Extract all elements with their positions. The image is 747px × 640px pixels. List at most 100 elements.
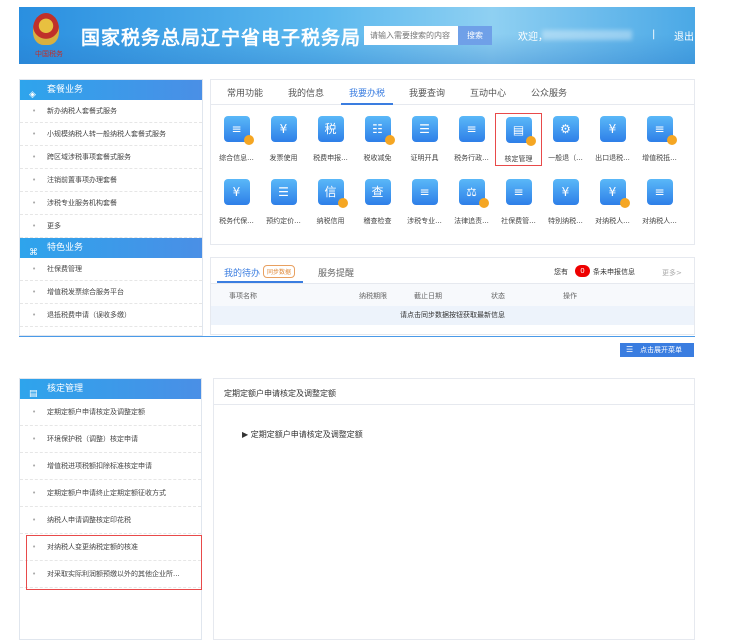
function-label: 稽查检查 <box>363 217 392 225</box>
sidebar-item[interactable]: 跨区域涉税事项套餐式服务 <box>20 146 202 169</box>
sync-data-button[interactable]: 同步数据 <box>263 265 296 278</box>
function-item[interactable]: ≡ 税务行政... <box>448 116 495 163</box>
sidebar-item[interactable]: 新办纳税人套餐式服务 <box>20 100 202 123</box>
tab-public[interactable]: 公众服务 <box>531 86 567 99</box>
function-icon: ≡ <box>505 179 532 205</box>
tree-node-label: 定期定额户申请核定及调整定额 <box>250 430 363 439</box>
function-label: 法律追责... <box>454 217 489 225</box>
sidebar-item[interactable]: 纳税人申请调整核定印花税 <box>20 507 201 534</box>
active-tab-underline <box>217 281 303 283</box>
function-icon: ≡ <box>646 179 673 205</box>
search-button[interactable]: 搜索 <box>458 26 492 45</box>
function-icon: ¥ <box>270 116 297 142</box>
package-header[interactable]: ◈ 套餐业务 <box>20 80 202 100</box>
function-icon: ¥ <box>552 179 579 205</box>
tab-service-reminder[interactable]: 服务提醒 <box>318 266 354 279</box>
function-item[interactable]: ≡ 综合信息... <box>213 116 260 163</box>
function-item[interactable]: ¥ 税务代保... <box>213 179 260 226</box>
function-label: 增值税抵... <box>642 154 677 162</box>
function-label: 税务行政... <box>454 154 489 162</box>
function-icon: ¥ <box>599 116 626 142</box>
more-link[interactable]: 更多> <box>662 268 682 278</box>
sidebar-item[interactable]: 更多 <box>20 215 202 238</box>
function-label: 证明开具 <box>410 154 439 162</box>
col-status: 状态 <box>491 292 505 300</box>
tab-query[interactable]: 我要查询 <box>409 86 445 99</box>
assess-header[interactable]: ▤ 核定管理 <box>20 379 201 399</box>
package-title: 套餐业务 <box>47 85 84 95</box>
table-header: 事项名称 纳税期限 截止日期 状态 操作 <box>211 284 694 306</box>
function-label: 涉税专业... <box>407 217 442 225</box>
col-tax-period: 纳税期限 <box>359 292 387 300</box>
sidebar-item[interactable]: 退抵税费申请（误收多缴） <box>20 304 202 327</box>
featured-header[interactable]: ⌘ 特色业务 <box>20 238 202 258</box>
function-icon: ⚙ <box>552 116 579 142</box>
logout-link[interactable]: 退出 <box>674 28 694 43</box>
tab-my-info[interactable]: 我的信息 <box>288 86 324 99</box>
function-label: 社保费管... <box>501 217 536 225</box>
tab-interaction[interactable]: 互动中心 <box>470 86 506 99</box>
sidebar-item[interactable]: 定期定额户申请核定及调整定额 <box>20 399 201 426</box>
function-icon: ¥ <box>599 179 630 208</box>
function-icon: 信 <box>317 179 348 208</box>
tree-node[interactable]: ▶ 定期定额户申请核定及调整定额 <box>242 429 363 440</box>
todo-panel: 我的待办 同步数据 服务提醒 您有 0 条未申报信息 更多> 事项名称 纳税期限… <box>210 257 695 335</box>
unreported-label: 条未申报信息 <box>593 268 635 276</box>
function-item[interactable]: ¥ 特别纳税... <box>542 179 589 226</box>
function-label: 税费申报... <box>313 154 348 162</box>
sidebar-item[interactable]: 社保费管理 <box>20 258 202 281</box>
assess-title: 核定管理 <box>47 384 84 394</box>
sidebar-item[interactable]: 增值税发票综合服务平台 <box>20 281 202 304</box>
function-item[interactable]: ⚖ 法律追责... <box>448 179 495 226</box>
tab-do-tax[interactable]: 我要办税 <box>349 86 385 99</box>
function-item[interactable]: ▤ 核定管理 <box>495 113 542 166</box>
col-action: 操作 <box>563 292 577 300</box>
function-label: 税收减免 <box>363 154 392 162</box>
sidebar-item[interactable]: 环境保护税（调整）核定申请 <box>20 426 201 453</box>
function-item[interactable]: ☷ 税收减免 <box>354 116 401 163</box>
function-item[interactable]: ☰ 证明开具 <box>401 116 448 163</box>
function-icon: ☰ <box>411 116 438 142</box>
function-label: 发票使用 <box>269 154 298 162</box>
site-title: 国家税务总局辽宁省电子税务局 <box>81 27 362 49</box>
empty-message: 请点击同步数据按钮获取最新信息 <box>211 306 694 325</box>
sidebar-item[interactable]: 定期定额户申请终止定期定额征收方式 <box>20 480 201 507</box>
you-have-label: 您有 <box>554 268 568 276</box>
function-item[interactable]: ¥ 对纳税人... <box>589 179 636 226</box>
function-item[interactable]: ≡ 增值税抵... <box>636 116 683 163</box>
expand-menu-button[interactable]: ☰ 点击展开菜单 <box>620 343 694 357</box>
function-icon: 税 <box>317 116 344 142</box>
user-name-blurred <box>542 30 632 40</box>
function-icon: ▤ <box>505 117 536 146</box>
function-item[interactable]: ≡ 涉税专业... <box>401 179 448 226</box>
function-item[interactable]: ⚙ 一般退（... <box>542 116 589 163</box>
sidebar-item[interactable]: 小规模纳税人转一般纳税人套餐式服务 <box>20 123 202 146</box>
function-item[interactable]: 信纳税信用 <box>307 179 354 226</box>
search-input[interactable] <box>364 26 458 45</box>
function-label: 特别纳税... <box>548 217 583 225</box>
expand-triangle-icon[interactable]: ▶ <box>242 430 251 439</box>
function-item[interactable]: 查稽查检查 <box>354 179 401 226</box>
function-item[interactable]: ≡ 社保费管... <box>495 179 542 226</box>
col-item-name: 事项名称 <box>229 292 257 300</box>
function-icon: ☰ <box>270 179 297 205</box>
emblem-text: 中国税务 <box>35 50 63 58</box>
function-label: 对纳税人... <box>642 217 677 225</box>
tab-my-todo[interactable]: 我的待办 <box>224 266 260 279</box>
menu-icon: ☰ <box>626 345 634 354</box>
content-panel: 定期定额户申请核定及调整定额 ▶ 定期定额户申请核定及调整定额 <box>213 378 695 640</box>
tab-common[interactable]: 常用功能 <box>227 86 263 99</box>
sidebar-item[interactable]: 涉税专业服务机构套餐 <box>20 192 202 215</box>
function-item[interactable]: ☰ 预约定价... <box>260 179 307 226</box>
function-icon: ≡ <box>646 116 677 145</box>
unreported-count-badge: 0 <box>575 265 590 277</box>
function-item[interactable]: ¥ 出口退税... <box>589 116 636 163</box>
function-item[interactable]: ≡ 对纳税人... <box>636 179 683 226</box>
function-item[interactable]: ¥ 发票使用 <box>260 116 307 163</box>
sidebar-item[interactable]: 增值税进项税额扣除标准核定申请 <box>20 453 201 480</box>
function-label: 对纳税人... <box>595 217 630 225</box>
active-tab-underline <box>341 103 393 105</box>
function-icon: ≡ <box>411 179 438 205</box>
sidebar-item[interactable]: 注销前置事项办理套餐 <box>20 169 202 192</box>
function-item[interactable]: 税税费申报... <box>307 116 354 163</box>
